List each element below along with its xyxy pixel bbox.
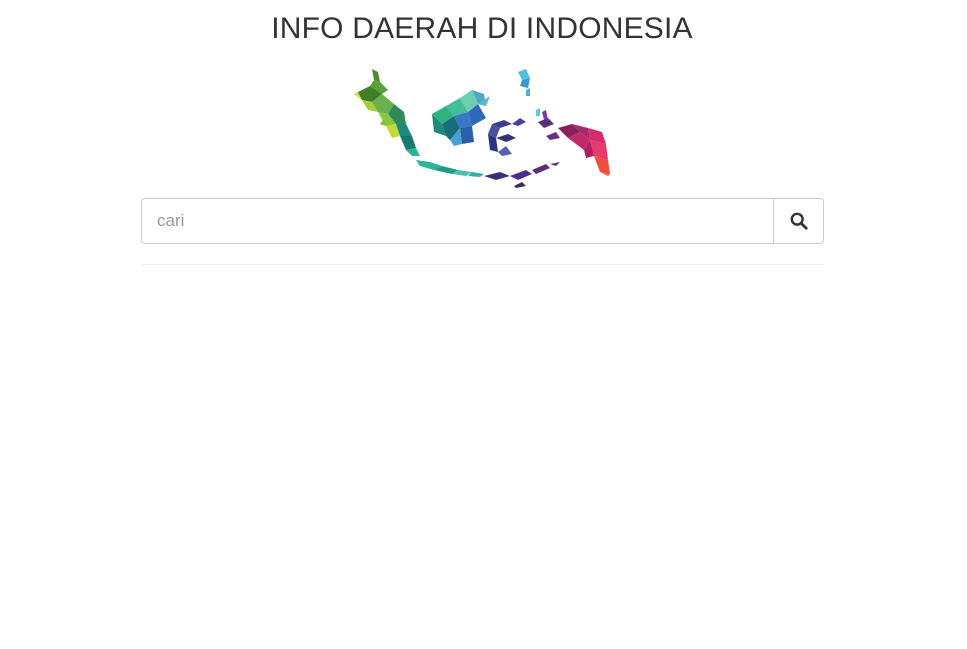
search-input[interactable]: [141, 198, 773, 244]
sulawesi-shape: [488, 118, 526, 156]
maluku-shape: [538, 110, 560, 140]
borneo-shape: [432, 90, 490, 146]
nusa-tenggara-shape: [484, 162, 560, 188]
north-islands-shape: [518, 69, 540, 116]
page: INFO DAERAH DI INDONESIA: [0, 0, 967, 649]
search-icon: [790, 212, 808, 230]
java-shape: [416, 160, 484, 177]
search-button[interactable]: [773, 198, 824, 244]
indonesia-map-logo: [354, 69, 610, 188]
sumatra-shape: [354, 69, 420, 156]
papua-shape: [558, 124, 610, 176]
page-title: INFO DAERAH DI INDONESIA: [271, 12, 693, 45]
divider: [141, 264, 824, 265]
search-group: [141, 198, 824, 244]
